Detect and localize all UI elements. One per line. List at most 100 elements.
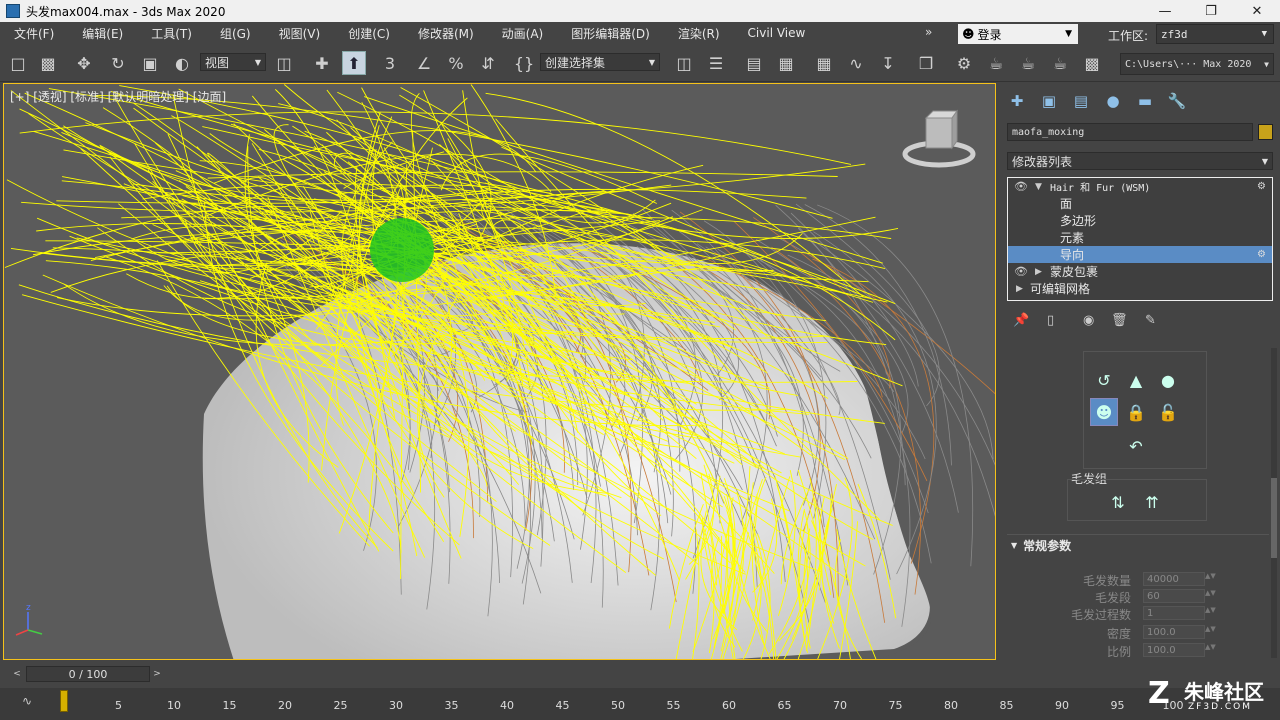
tab-utilities[interactable]: 🔧 xyxy=(1165,91,1189,111)
workspace-select[interactable]: zf3d ▼ xyxy=(1156,24,1274,44)
chevron-right-icon[interactable]: ▶ xyxy=(1016,284,1023,294)
menu-overflow-button[interactable]: » xyxy=(925,25,932,39)
menu-group[interactable]: 组(G) xyxy=(206,25,265,42)
stack-subitem-face[interactable]: 面 xyxy=(1008,195,1272,212)
timeline-ruler[interactable]: ∿ 05101520253035404550556065707580859095… xyxy=(0,688,1280,720)
toggle-ribbon-icon[interactable]: ▦ xyxy=(812,51,836,75)
reference-coordinate-select[interactable]: 视图 ▼ xyxy=(200,53,266,71)
keyboard-shortcut-override-icon[interactable]: ⬆ xyxy=(342,51,366,75)
merge-groups-icon[interactable]: ⇈ xyxy=(1138,488,1166,516)
unlock-icon[interactable]: 🔓 xyxy=(1154,398,1182,426)
select-and-move-icon[interactable]: ✥ xyxy=(72,51,96,75)
minimize-button[interactable]: — xyxy=(1142,0,1188,22)
snaps-toggle-icon[interactable]: 3 xyxy=(378,51,402,75)
close-button[interactable]: ✕ xyxy=(1234,0,1280,22)
render-in-cloud-icon[interactable]: ▩ xyxy=(1080,51,1104,75)
schematic-view-icon[interactable]: ↧ xyxy=(876,51,900,75)
stack-subitem-polygon[interactable]: 多边形 xyxy=(1008,212,1272,229)
rendered-frame-window-icon[interactable]: ☕ xyxy=(984,51,1008,75)
menu-animation[interactable]: 动画(A) xyxy=(488,25,558,42)
spinner-icon[interactable]: ▲▼ xyxy=(1205,589,1216,597)
select-and-place-icon[interactable]: ◐ xyxy=(170,51,194,75)
tab-modify[interactable]: ▣ xyxy=(1037,91,1061,111)
time-cursor[interactable] xyxy=(60,690,68,712)
select-manipulate-icon[interactable]: ✚ xyxy=(310,51,334,75)
show-end-result-icon[interactable]: ▯ xyxy=(1047,313,1054,328)
split-groups-icon[interactable]: ⇅ xyxy=(1104,488,1132,516)
menu-graph-editors[interactable]: 图形编辑器(D) xyxy=(557,25,664,42)
object-name-field[interactable]: maofa_moxing xyxy=(1007,123,1253,141)
prev-frame-button[interactable]: < xyxy=(10,666,24,682)
menu-create[interactable]: 创建(C) xyxy=(334,25,404,42)
spinner-icon[interactable]: ▲▼ xyxy=(1205,606,1216,614)
menu-civil-view[interactable]: Civil View xyxy=(734,26,820,40)
chevron-right-icon[interactable]: ▶ xyxy=(1035,267,1042,277)
tab-motion[interactable]: ● xyxy=(1101,91,1125,111)
tab-create[interactable]: ✚ xyxy=(1005,91,1029,111)
lock-icon[interactable]: 🔒 xyxy=(1122,398,1150,426)
spinner-icon[interactable]: ▲▼ xyxy=(1205,625,1216,633)
toggle-collisions-icon[interactable]: ● xyxy=(1154,366,1182,394)
stack-item-skin-wrap[interactable]: 👁 ▶ 蒙皮包裹 xyxy=(1008,263,1272,280)
menu-modifiers[interactable]: 修改器(M) xyxy=(404,25,488,42)
scrollbar-thumb[interactable] xyxy=(1271,478,1277,558)
render-production-icon[interactable]: ☕ xyxy=(1016,51,1040,75)
project-folder-select[interactable]: C:\Users\··· Max 2020 ▼ xyxy=(1120,53,1274,75)
eye-icon[interactable]: 👁 xyxy=(1014,180,1028,193)
next-frame-button[interactable]: > xyxy=(150,666,164,682)
menu-rendering[interactable]: 渲染(R) xyxy=(664,25,734,42)
spinner-snap-icon[interactable]: ⇵ xyxy=(476,51,500,75)
pivot-center-icon[interactable]: ◫ xyxy=(272,51,296,75)
stack-item-editable-mesh[interactable]: ▶ 可编辑网格 xyxy=(1008,280,1272,297)
undo-icon[interactable]: ↶ xyxy=(1122,432,1150,460)
login-dropdown[interactable]: ☻ 登录 ▼ xyxy=(958,24,1078,44)
pin-stack-icon[interactable]: 📌 xyxy=(1013,313,1029,328)
named-selection-set-select[interactable]: 创建选择集 ▼ xyxy=(540,53,660,71)
scale-field[interactable]: 100.0 xyxy=(1143,643,1205,657)
hair-segments-field[interactable]: 60 xyxy=(1143,589,1205,603)
density-field[interactable]: 100.0 xyxy=(1143,625,1205,639)
angle-snap-icon[interactable]: ∠ xyxy=(412,51,436,75)
stack-item-hair-and-fur[interactable]: 👁 ▼ Hair 和 Fur (WSM) ⚙ xyxy=(1008,178,1272,195)
render-setup-icon[interactable]: ⚙ xyxy=(952,51,976,75)
stack-subitem-guides[interactable]: 导向 ⚙ xyxy=(1008,246,1272,263)
recomb-icon[interactable]: ↺ xyxy=(1090,366,1118,394)
menu-tools[interactable]: 工具(T) xyxy=(137,25,206,42)
tab-display[interactable]: ▬ xyxy=(1133,91,1157,111)
material-editor-icon[interactable]: ❒ xyxy=(914,51,938,75)
menu-views[interactable]: 视图(V) xyxy=(265,25,335,42)
mirror-icon[interactable]: ◫ xyxy=(672,51,696,75)
modifier-list-select[interactable]: 修改器列表 ▼ xyxy=(1007,152,1273,170)
select-and-rotate-icon[interactable]: ↻ xyxy=(106,51,130,75)
hair-passes-field[interactable]: 1 xyxy=(1143,606,1205,620)
percent-snap-icon[interactable]: % xyxy=(444,51,468,75)
spinner-icon[interactable]: ▲▼ xyxy=(1205,572,1216,580)
viewport-label[interactable]: [+] [透视] [标准] [默认明暗处理] [边面] xyxy=(10,88,226,105)
edit-named-selection-icon[interactable]: {} xyxy=(512,51,536,75)
align-icon[interactable]: ☰ xyxy=(704,51,728,75)
general-parameters-rollout[interactable]: ▼ 常规参数 xyxy=(1007,534,1269,556)
command-panel-scrollbar[interactable] xyxy=(1271,348,1277,658)
eye-icon[interactable]: 👁 xyxy=(1014,265,1028,278)
scene-explorer-icon[interactable]: ▤ xyxy=(742,51,766,75)
make-unique-icon[interactable]: ◉ xyxy=(1083,313,1094,328)
maximize-button[interactable]: ❐ xyxy=(1188,0,1234,22)
select-guides-icon[interactable]: ☻ xyxy=(1090,398,1118,426)
time-slider[interactable]: 0 / 100 xyxy=(26,666,150,682)
select-object-icon[interactable]: □ xyxy=(6,51,30,75)
render-iterative-icon[interactable]: ☕ xyxy=(1048,51,1072,75)
spinner-icon[interactable]: ▲▼ xyxy=(1205,643,1216,651)
curve-editor-icon[interactable]: ∿ xyxy=(844,51,868,75)
perspective-viewport[interactable]: z [+] [透视] [标准] [默认明暗处理] [边面] xyxy=(3,83,996,660)
layer-explorer-icon[interactable]: ▦ xyxy=(774,51,798,75)
mini-curve-editor-icon[interactable]: ∿ xyxy=(22,694,32,708)
chevron-down-icon[interactable]: ▼ xyxy=(1035,182,1042,192)
select-and-scale-icon[interactable]: ▣ xyxy=(138,51,162,75)
menu-file[interactable]: 文件(F) xyxy=(0,25,68,42)
select-region-icon[interactable]: ▩ xyxy=(36,51,60,75)
configure-modifier-sets-icon[interactable]: ✎ xyxy=(1145,313,1156,328)
hair-count-field[interactable]: 40000 xyxy=(1143,572,1205,586)
stack-subitem-element[interactable]: 元素 xyxy=(1008,229,1272,246)
reset-rest-icon[interactable]: ▲ xyxy=(1122,366,1150,394)
menu-edit[interactable]: 编辑(E) xyxy=(68,25,137,42)
